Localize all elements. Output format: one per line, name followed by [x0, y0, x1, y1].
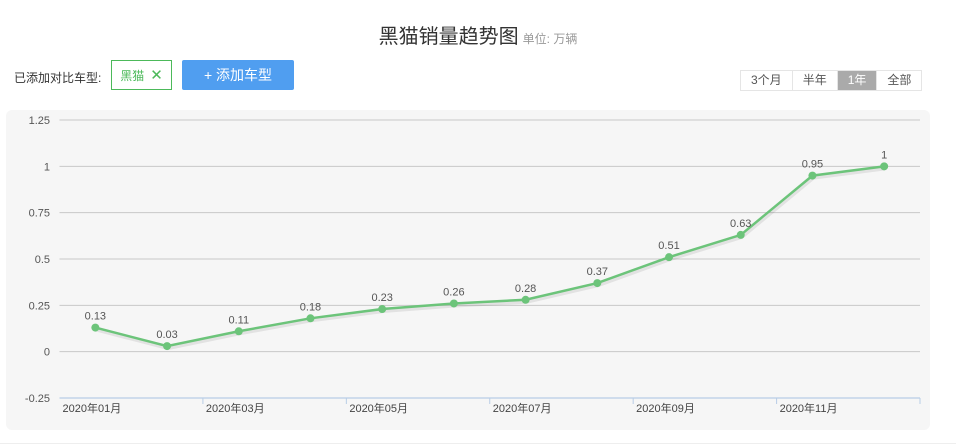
- line-chart: 1.25 1 0.75 0.5 0.25 0 -0.25 2020年01月 2020年03月 20…: [25, 115, 921, 415]
- x-tick-label: 2020年07月: [493, 401, 552, 415]
- data-label: 0.37: [587, 266, 608, 278]
- data-point: [521, 295, 530, 304]
- data-point: [234, 327, 243, 336]
- x-tick-label: 2020年05月: [349, 401, 408, 415]
- data-point: [593, 279, 602, 288]
- series-line-heimao: [95, 165, 885, 348]
- x-tick-label: 2020年01月: [63, 401, 122, 415]
- data-point: [665, 253, 674, 262]
- y-tick-label: 1.25: [29, 115, 50, 127]
- y-tick-label: 0.5: [35, 254, 50, 266]
- data-point: [91, 323, 100, 332]
- data-point: [378, 305, 387, 314]
- y-tick-label: 0.25: [29, 300, 50, 312]
- data-label: 0.28: [515, 283, 536, 295]
- data-label: 0.11: [228, 314, 249, 326]
- data-label: 0.51: [658, 240, 679, 252]
- data-label: 1: [881, 149, 887, 161]
- y-tick-label: -0.25: [25, 393, 50, 405]
- data-point: [880, 162, 889, 171]
- y-tick-label: 0.75: [29, 208, 50, 220]
- data-label: 0.18: [300, 301, 321, 313]
- data-point: [736, 230, 745, 239]
- data-label: 0.03: [156, 329, 177, 341]
- data-label: 0.26: [443, 286, 464, 298]
- series-shadow: [95, 166, 886, 351]
- data-point: [808, 171, 817, 180]
- x-tick-label: 2020年11月: [780, 401, 838, 415]
- data-label: 0.13: [85, 311, 106, 323]
- data-label: 0.95: [802, 159, 823, 171]
- y-tick-label: 0: [44, 347, 50, 359]
- data-point: [449, 299, 458, 308]
- data-point: [306, 314, 315, 323]
- data-label: 0.63: [730, 218, 751, 230]
- data-point: [163, 342, 172, 351]
- y-tick-label: 1: [44, 161, 50, 173]
- data-label: 0.23: [371, 292, 392, 304]
- x-tick-label: 2020年09月: [636, 401, 695, 415]
- x-tick-label: 2020年03月: [206, 401, 265, 415]
